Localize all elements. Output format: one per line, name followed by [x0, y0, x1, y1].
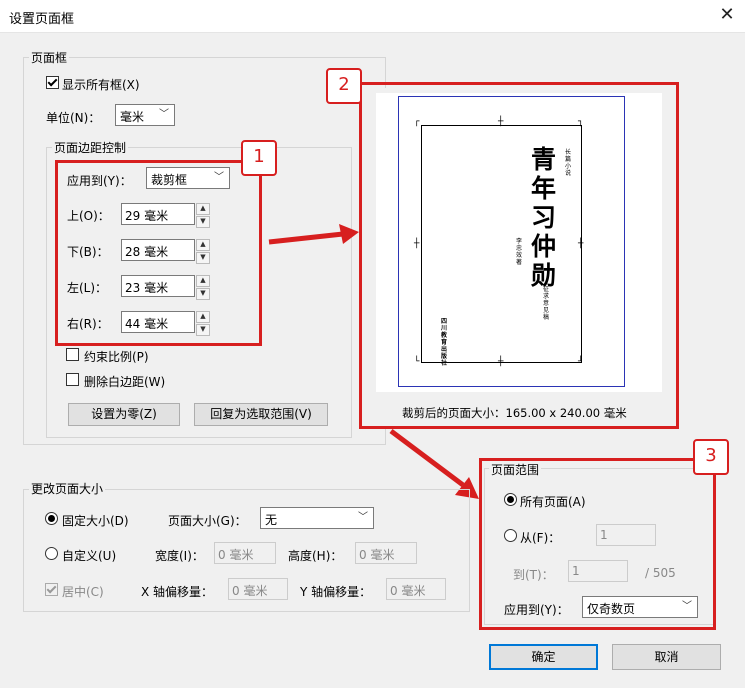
chevron-down-icon: ﹀ — [159, 109, 169, 120]
show-all-label: 显示所有框(X) — [62, 78, 140, 92]
x-offset-label: X 轴偏移量： — [141, 585, 214, 599]
chevron-down-icon: ﹀ — [358, 512, 368, 523]
callout-badge-2: 2 — [326, 68, 362, 104]
constrain-checkbox[interactable] — [66, 348, 79, 361]
custom-size-label: 自定义(U) — [62, 549, 117, 563]
callout-box-1 — [55, 160, 262, 346]
fixed-size-radio[interactable] — [45, 512, 58, 525]
y-offset-label: Y 轴偏移量： — [300, 585, 372, 599]
callout-badge-1: 1 — [241, 140, 277, 176]
unit-select[interactable]: 毫米 ﹀ — [115, 104, 175, 126]
y-offset-input[interactable]: 0 毫米 — [386, 578, 446, 600]
unit-value: 毫米 — [120, 110, 145, 124]
x-offset-input[interactable]: 0 毫米 — [228, 578, 288, 600]
width-input[interactable]: 0 毫米 — [214, 542, 276, 564]
callout-box-2 — [359, 82, 679, 429]
unit-label: 单位(N)： — [46, 111, 101, 125]
page-size-select[interactable]: 无 ﹀ — [260, 507, 374, 529]
callout-box-3 — [479, 458, 716, 630]
dialog-title: 设置页面框 — [9, 12, 75, 27]
width-label: 宽度(I)： — [155, 549, 204, 563]
page-size-label: 页面大小(G)： — [168, 514, 247, 528]
show-all-checkbox[interactable] — [46, 76, 59, 89]
center-label: 居中(C) — [62, 585, 104, 599]
callout-badge-3: 3 — [693, 439, 729, 475]
height-input[interactable]: 0 毫米 — [355, 542, 417, 564]
center-checkbox[interactable] — [45, 583, 58, 596]
remove-white-label: 删除白边距(W) — [84, 375, 166, 389]
ok-button[interactable]: 确定 — [489, 644, 598, 670]
margins-label: 页面边距控制 — [52, 139, 129, 156]
set-zero-button[interactable]: 设置为零(Z) — [68, 403, 180, 426]
constrain-label: 约束比例(P) — [84, 350, 149, 364]
close-icon[interactable]: ✕ — [716, 4, 738, 26]
title-bar — [0, 0, 745, 33]
custom-size-radio[interactable] — [45, 547, 58, 560]
page-size-value: 无 — [265, 513, 278, 527]
height-label: 高度(H)： — [288, 549, 343, 563]
arrow-1-to-2 — [268, 224, 359, 245]
page-box-label: 页面框 — [29, 49, 70, 66]
fixed-size-label: 固定大小(D) — [62, 514, 129, 528]
change-size-label: 更改页面大小 — [29, 480, 106, 497]
revert-button[interactable]: 回复为选取范围(V) — [194, 403, 328, 426]
remove-white-checkbox[interactable] — [66, 373, 79, 386]
cancel-button[interactable]: 取消 — [612, 644, 721, 670]
